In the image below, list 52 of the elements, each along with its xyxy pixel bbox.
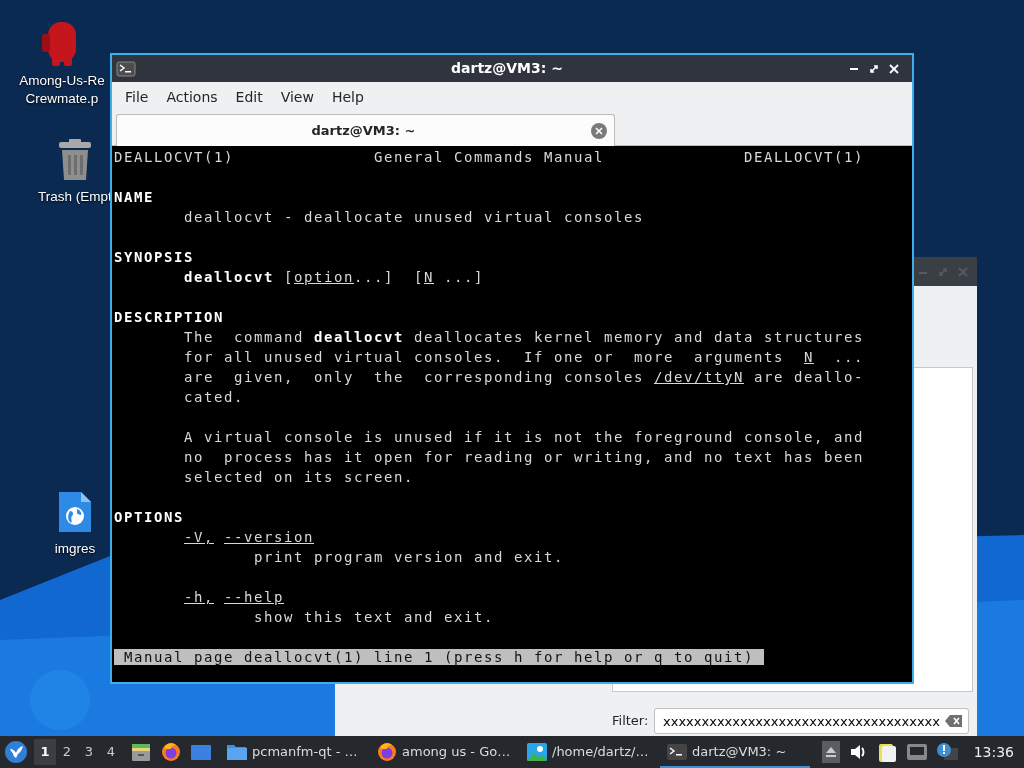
maximize-icon[interactable] [868,62,880,75]
terminal-line: show this text and exit. [253,608,494,627]
terminal-line: cated. [183,388,244,407]
file-label: Trash (Empt [38,188,112,206]
section-heading: NAME [114,188,154,207]
section-heading: SYNOPSIS [114,248,194,267]
terminal-line: A virtual console is unused if it is not the foreground console, and [183,428,864,447]
man-header: DEALLOCVT(1) General Commands Manual DEALLOCVT(1) [114,148,864,167]
menu-item[interactable]: Edit [226,82,272,112]
terminal-icon[interactable] [116,60,136,77]
workspace-button[interactable]: 3 [78,739,100,765]
option-name: -V, --version [183,528,314,547]
terminal-tab[interactable]: dartz@VM3: ~ [116,114,615,146]
terminal-line: for all unused virtual consoles. If one or more arguments N ... [183,348,864,367]
menu-item[interactable]: Actions [157,82,227,112]
terminal-line: The command deallocvt deallocates kernel memory and data structures [183,328,864,347]
menu-item[interactable]: View [271,82,323,112]
taskbar-button[interactable]: dartz@VM3: ~ [660,736,810,768]
clear-icon[interactable] [945,714,963,728]
terminal-line: deallocvt [option...] [N ...] [183,268,484,287]
clock: 13:36 [972,742,1015,762]
section-heading: DESCRIPTION [114,308,224,327]
web-file-icon[interactable] [57,490,93,534]
taskbar-button[interactable]: pcmanfm-qt - … [220,736,370,768]
workspace-button[interactable]: 1 [34,739,56,765]
workspace-button[interactable]: 4 [100,739,122,765]
menu-item[interactable]: File [116,82,158,112]
window-title: dartz@VM3: ~ [450,59,564,78]
eject-icon[interactable] [821,741,840,763]
terminal-icon [666,741,688,763]
terminal-line: are given, only the corresponding consoles /dev/ttyN are deallo- [183,368,864,387]
image-icon [526,741,548,763]
filter-field[interactable]: xxxxxxxxxxxxxxxxxxxxxxxxxxxxxxxxxxxx [654,708,969,734]
filter-label: Filter: [612,712,649,731]
notification-icon[interactable] [935,742,958,762]
section-heading: OPTIONS [114,508,184,527]
browser-icon [376,741,398,763]
terminal-line: deallocvt - deallocate unused virtual consoles [183,208,644,227]
option-name: -h, --help [183,588,284,607]
terminal-line: selected on its screen. [183,468,414,487]
file-label: Among-Us-Re Crewmate.p [19,72,105,108]
terminal-line: no process has it open for reading or writing, and no text has been [183,448,864,467]
workspace-button[interactable]: 2 [56,739,78,765]
network-icon[interactable] [905,742,928,762]
terminal-line: print program version and exit. [253,548,564,567]
browser-icon[interactable] [160,741,182,763]
taskbar-button[interactable]: /home/dartz/… [520,736,660,768]
taskbar-button[interactable]: among us - Go… [370,736,520,768]
file-label: imgres [54,540,96,558]
menu-item[interactable]: Help [322,82,373,112]
start-menu-icon[interactable] [4,740,28,764]
file-cabinet-icon[interactable] [130,741,152,763]
